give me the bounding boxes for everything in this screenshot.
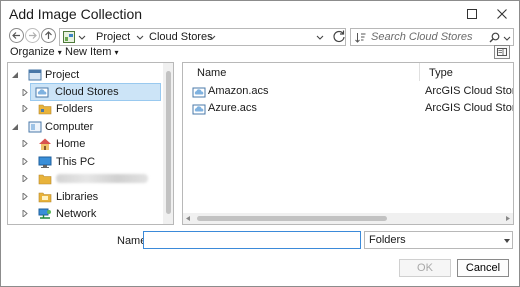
file-name: Amazon.acs [208, 85, 269, 97]
file-row-amazon[interactable]: Amazon.acs ArcGIS Cloud Storage Connecti… [183, 83, 513, 100]
tree-item-this-pc[interactable]: This PC [8, 153, 163, 171]
organize-menu[interactable]: Organize ▾ [10, 46, 62, 58]
tree-item-project[interactable]: Project [8, 66, 163, 84]
tree-item-network[interactable]: Network [8, 205, 163, 223]
sort-icon[interactable] [355, 32, 366, 43]
crumb-project[interactable]: Project [96, 31, 130, 43]
tree-item-folders[interactable]: Folders [8, 100, 163, 118]
toolbar: Organize ▾ New Item ▾ [1, 45, 519, 61]
chevron-down-icon[interactable] [136, 32, 144, 42]
up-button[interactable] [41, 28, 56, 43]
chevron-down-icon[interactable] [78, 32, 86, 42]
tree-item-computer[interactable]: Computer [8, 118, 163, 136]
navigation-pane[interactable]: Project Cloud Stores Folders Computer Ho… [7, 62, 174, 225]
cloud-connection-icon [192, 104, 206, 115]
tree-item-libraries[interactable]: Libraries [8, 188, 163, 206]
maximize-button[interactable] [461, 5, 483, 23]
collapsed-arrow-icon[interactable] [22, 105, 28, 112]
file-type: ArcGIS Cloud Storage Connection [425, 85, 513, 97]
collapsed-arrow-icon[interactable] [22, 140, 28, 147]
new-item-label: New Item [65, 46, 112, 58]
arrow-left-icon [12, 32, 20, 39]
maximize-icon [467, 9, 477, 19]
arrow-right-icon [29, 32, 37, 39]
file-type: ArcGIS Cloud Storage Connection [425, 102, 513, 114]
file-row-azure[interactable]: Azure.acs ArcGIS Cloud Storage Connectio… [183, 100, 513, 117]
search-input[interactable] [371, 30, 491, 44]
view-pane-icon [497, 48, 507, 56]
file-name: Azure.acs [208, 102, 257, 114]
network-icon [38, 208, 51, 219]
tree-item-home[interactable]: Home [8, 135, 163, 153]
chevron-down-icon: ▾ [57, 48, 62, 57]
redacted-label [56, 174, 148, 183]
cloud-store-icon [35, 87, 49, 98]
breadcrumb[interactable]: Project Cloud Stores [59, 28, 346, 46]
add-image-collection-dialog: Add Image Collection Project Cloud Store… [0, 0, 520, 287]
collapsed-arrow-icon[interactable] [22, 158, 28, 165]
tree-item-label: Project [45, 69, 80, 81]
chevron-down-icon[interactable] [208, 32, 216, 42]
organize-label: Organize [10, 46, 55, 58]
name-label: Name [117, 235, 147, 247]
new-item-menu[interactable]: New Item ▾ [65, 46, 119, 58]
close-icon [497, 9, 507, 19]
expanded-arrow-icon[interactable] [12, 123, 18, 130]
folder-icon [38, 174, 52, 185]
scroll-right-icon[interactable] [505, 216, 510, 221]
forward-button[interactable] [25, 28, 40, 43]
libraries-icon [38, 192, 52, 203]
tree-item-label: Cloud Stores [55, 86, 119, 98]
collapsed-arrow-icon[interactable] [22, 210, 28, 217]
cancel-button[interactable]: Cancel [457, 259, 509, 277]
name-input[interactable] [143, 231, 361, 249]
monitor-icon [38, 156, 52, 168]
ok-button[interactable]: OK [399, 259, 451, 277]
project-icon [28, 69, 42, 81]
chevron-down-icon[interactable] [503, 33, 511, 43]
tree-scrollbar[interactable] [163, 63, 173, 224]
tree-item-redacted[interactable] [8, 170, 163, 188]
collapsed-arrow-icon[interactable] [22, 89, 28, 96]
tree-item-label: Home [56, 138, 86, 150]
folders-icon [38, 104, 52, 115]
collapsed-arrow-icon[interactable] [22, 175, 28, 182]
location-icon [63, 31, 75, 43]
tree-scrollbar-thumb[interactable] [166, 71, 171, 214]
file-type-filter-select[interactable]: Folders [364, 231, 513, 249]
title-bar: Add Image Collection [1, 1, 519, 29]
arrow-up-icon [45, 31, 52, 39]
home-icon [39, 138, 51, 150]
chevron-down-icon: ▾ [114, 48, 119, 57]
content-horizontal-scrollbar[interactable] [183, 213, 513, 224]
tree-item-label: Folders [56, 103, 93, 115]
view-toggle-button[interactable] [494, 45, 510, 59]
expanded-arrow-icon[interactable] [12, 71, 18, 78]
history-chevron-icon[interactable] [316, 32, 324, 42]
search-icon[interactable] [489, 32, 500, 43]
file-type-filter-value: Folders [369, 234, 406, 246]
address-bar: Project Cloud Stores [7, 28, 514, 46]
tree-item-cloud-stores[interactable]: Cloud Stores [30, 83, 161, 101]
tree-item-label: Computer [45, 121, 94, 133]
dialog-title: Add Image Collection [9, 6, 143, 22]
dropdown-caret-icon [504, 239, 510, 243]
cloud-connection-icon [192, 87, 206, 98]
scroll-left-icon[interactable] [186, 216, 191, 221]
tree-item-label: Libraries [56, 191, 99, 203]
content-pane[interactable]: Name Type Amazon.acs ArcGIS Cloud Storag… [182, 62, 514, 225]
tree-item-label: Network [56, 208, 97, 220]
crumb-cloud-stores[interactable]: Cloud Stores [149, 31, 213, 43]
collapsed-arrow-icon[interactable] [22, 193, 28, 200]
back-button[interactable] [9, 28, 24, 43]
column-separator[interactable] [419, 63, 420, 81]
computer-icon [28, 121, 42, 133]
tree-item-label: This PC [56, 156, 96, 168]
content-scrollbar-thumb[interactable] [197, 216, 387, 221]
close-button[interactable] [491, 5, 513, 23]
refresh-icon[interactable] [332, 29, 346, 43]
search-box[interactable] [350, 28, 514, 46]
